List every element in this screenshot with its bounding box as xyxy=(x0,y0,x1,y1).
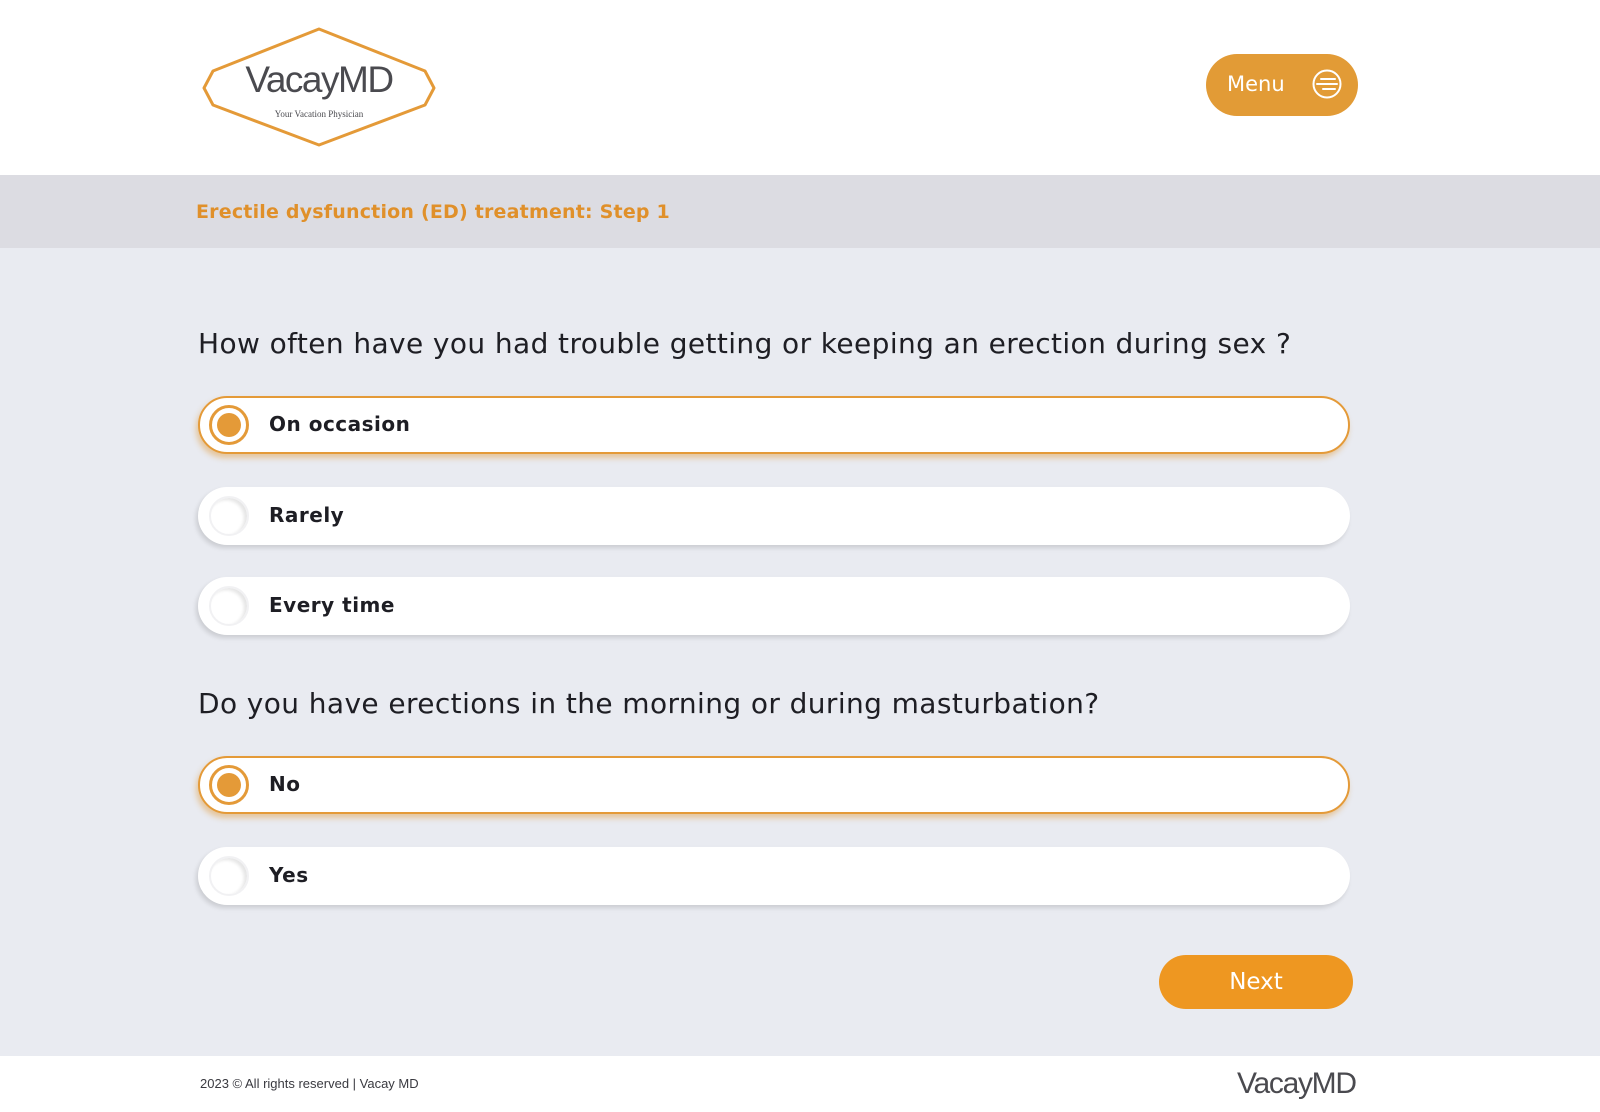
option-every-time[interactable]: Every time xyxy=(198,577,1350,635)
menu-label: Menu xyxy=(1227,72,1285,96)
option-label: Rarely xyxy=(269,503,345,527)
radio-unchecked-icon[interactable] xyxy=(209,586,249,626)
site-footer: 2023 © All rights reserved | Vacay MD Va… xyxy=(0,1056,1600,1112)
option-no[interactable]: No xyxy=(198,756,1350,814)
option-label: Every time xyxy=(269,593,395,617)
option-label: No xyxy=(269,772,301,796)
questionnaire-form: How often have you had trouble getting o… xyxy=(0,248,1600,1056)
question-morning-erections: Do you have erections in the morning or … xyxy=(198,687,1100,720)
radio-unchecked-icon[interactable] xyxy=(209,856,249,896)
radio-unchecked-icon[interactable] xyxy=(209,496,249,536)
option-rarely[interactable]: Rarely xyxy=(198,487,1350,545)
menu-button[interactable]: Menu xyxy=(1206,54,1358,116)
menu-lines-icon xyxy=(1311,68,1343,104)
step-title: Erectile dysfunction (ED) treatment: Ste… xyxy=(196,201,670,223)
option-on-occasion[interactable]: On occasion xyxy=(198,396,1350,454)
radio-checked-icon[interactable] xyxy=(209,765,249,805)
option-label: On occasion xyxy=(269,412,411,436)
radio-checked-icon[interactable] xyxy=(209,405,249,445)
option-label: Yes xyxy=(269,863,309,887)
site-header: VacayMD Your Vacation Physician Menu xyxy=(0,0,1600,175)
next-button[interactable]: Next xyxy=(1159,955,1353,1009)
question-erection-trouble: How often have you had trouble getting o… xyxy=(198,327,1292,360)
vacaymd-logo[interactable]: VacayMD Your Vacation Physician xyxy=(196,27,442,148)
footer-logo[interactable]: VacayMD xyxy=(1237,1067,1357,1101)
copyright-text: 2023 © All rights reserved | Vacay MD xyxy=(200,1076,419,1091)
step-bar: Erectile dysfunction (ED) treatment: Ste… xyxy=(0,175,1600,248)
option-yes[interactable]: Yes xyxy=(198,847,1350,905)
logo-name: VacayMD xyxy=(245,59,394,100)
logo-tagline: Your Vacation Physician xyxy=(274,109,364,119)
